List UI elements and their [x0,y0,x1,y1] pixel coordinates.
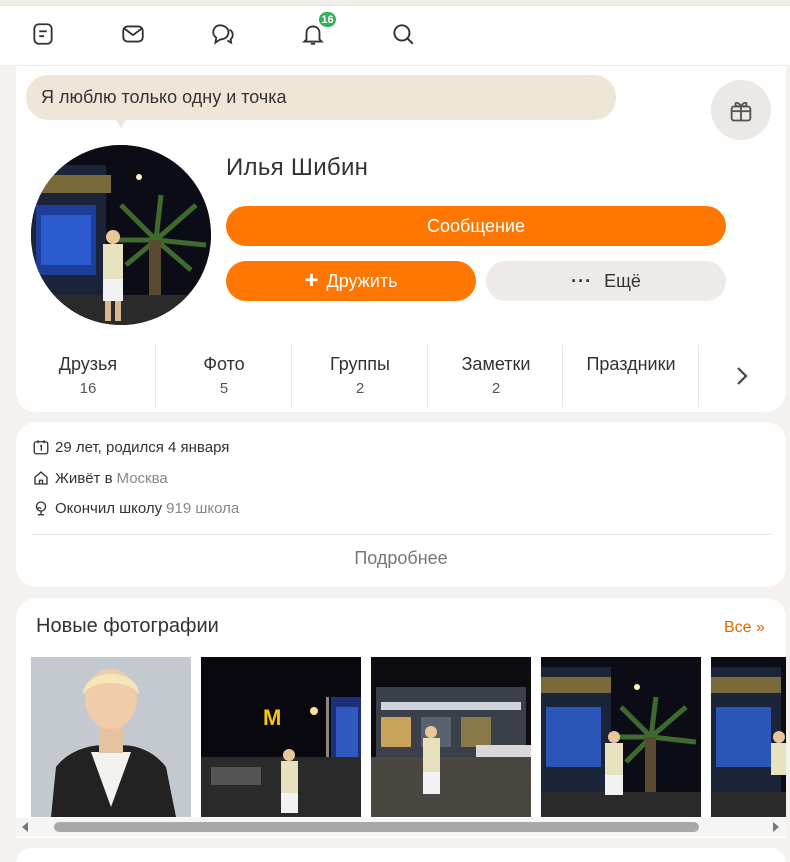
mail-icon[interactable] [119,20,147,48]
svg-text:M: M [263,705,281,730]
tab-groups[interactable]: Группы 2 [292,345,428,407]
tab-label: Группы [330,354,390,374]
school-icon [35,501,47,516]
calendar-icon [33,440,49,455]
tab-count: 2 [355,380,365,397]
divider [31,534,771,535]
scroll-left-icon[interactable] [22,822,28,832]
message-button-label: Сообщение [427,215,525,236]
all-photos-link[interactable]: Все » [724,619,765,637]
status-bubble-tail [115,118,127,128]
ellipsis-icon: ··· [571,271,593,291]
tab-count: 5 [219,380,229,397]
photo-thumbnail[interactable] [31,657,191,817]
school-row: Окончил школу 919 школа [32,497,239,519]
home-icon [34,471,48,485]
school-link[interactable]: 919 школа [166,500,239,517]
photo-thumbnail[interactable] [541,657,701,817]
tab-friends[interactable]: Друзья 16 [20,345,156,407]
more-button[interactable]: ··· Ещё [486,261,726,301]
photo-thumbnail[interactable]: M [201,657,361,817]
tab-label: Фото [203,354,245,374]
school-label: Окончил школу [55,499,163,517]
feed-icon[interactable] [29,20,57,48]
photo-thumbnail[interactable] [711,657,786,817]
status-bubble[interactable]: Я люблю только одну и точка [26,75,616,120]
next-card [16,848,786,862]
tab-count: 2 [491,380,501,397]
tab-photos[interactable]: Фото 5 [156,345,292,407]
profile-name: Илья Шибин [226,154,369,181]
discussions-icon[interactable] [209,20,237,48]
status-text: Я люблю только одну и точка [41,87,287,107]
add-friend-button[interactable]: + Дружить [226,261,476,301]
notification-badge: 16 [317,10,338,29]
tab-holidays[interactable]: Праздники [563,345,699,407]
tab-notes[interactable]: Заметки 2 [428,345,564,407]
tab-label: Заметки [461,354,531,374]
search-icon[interactable] [389,20,417,48]
gift-icon [730,101,752,122]
location-row: Живёт в Москва [32,467,168,489]
age-row: 29 лет, родился 4 января [32,436,229,458]
more-button-label: Ещё [604,270,641,291]
top-divider [0,0,790,6]
add-friend-label: Дружить [326,270,398,291]
tab-label: Праздники [586,354,676,374]
chevron-right-icon[interactable] [730,362,754,390]
plus-icon: + [304,267,319,294]
location-label: Живёт в [55,469,113,487]
scrollbar-thumb[interactable] [54,822,699,832]
gift-button[interactable] [711,80,771,140]
scroll-right-icon[interactable] [773,822,779,832]
age-text: 29 лет, родился 4 января [55,438,230,456]
photo-thumbnail[interactable] [371,657,531,817]
message-button[interactable]: Сообщение [226,206,726,246]
section-title: Новые фотографии [36,615,219,637]
location-city-link[interactable]: Москва [117,470,168,487]
more-details-link[interactable]: Подробнее [16,548,786,569]
tab-label: Друзья [58,354,118,374]
horizontal-scrollbar[interactable] [16,818,786,836]
avatar[interactable] [31,145,211,325]
tab-count: 16 [79,380,97,397]
tab-divider [698,345,699,407]
